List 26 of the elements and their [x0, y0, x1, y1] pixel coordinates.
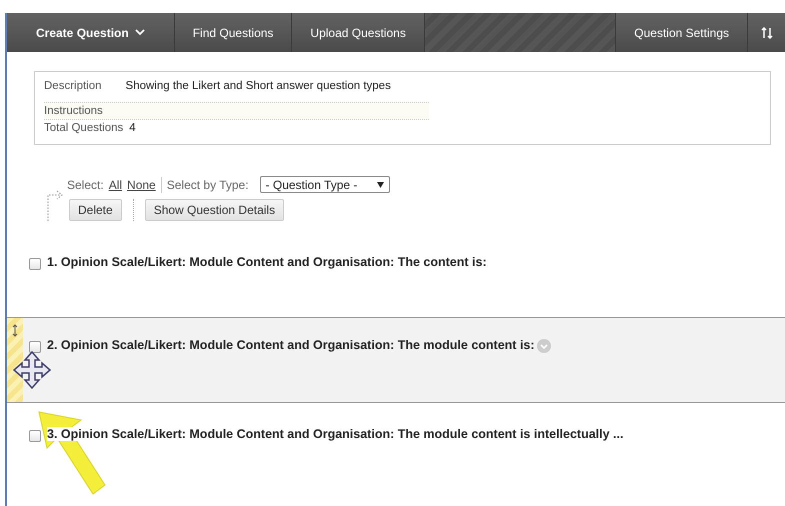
- select-by-type-label: Select by Type:: [166, 178, 249, 192]
- detail-label: Instructions: [44, 105, 103, 117]
- question-title[interactable]: 1. Opinion Scale/Likert: Module Content and Organisation: The content is:: [47, 255, 487, 269]
- question-checkbox[interactable]: [29, 258, 41, 270]
- question-type-dropdown[interactable]: - Question Type -: [260, 176, 390, 193]
- create-question-menu[interactable]: Create Question: [7, 13, 175, 52]
- detail-value: 4: [129, 122, 136, 134]
- resize-arrow-icon: [12, 324, 18, 337]
- sort-icon: [760, 26, 772, 38]
- select-label: Select:: [67, 178, 104, 192]
- caret-icon: [134, 29, 145, 36]
- detail-label: Total Questions: [44, 122, 124, 134]
- delete-button[interactable]: Delete: [69, 199, 122, 221]
- question-checkbox[interactable]: [29, 430, 41, 442]
- toolbar-button[interactable]: Find Questions: [174, 13, 292, 52]
- select-none-link[interactable]: None: [127, 178, 156, 192]
- move-cursor-icon: [12, 350, 52, 390]
- show-question-details-button[interactable]: Show Question Details: [144, 199, 284, 221]
- detail-value: Showing the Likert and Short answer question types: [126, 80, 391, 92]
- select-all-link[interactable]: All: [108, 178, 122, 192]
- question-title[interactable]: 3. Opinion Scale/Likert: Module Content and Organisation: The module content is intellectually ...: [47, 427, 624, 441]
- detail-label: Description: [44, 80, 102, 92]
- question-title[interactable]: 2. Opinion Scale/Likert: Module Content and Organisation: The module content is:: [47, 338, 535, 352]
- toolbar-button[interactable]: Question Settings: [616, 13, 748, 52]
- drag-handle[interactable]: [7, 318, 23, 402]
- dropdown-arrow-icon: [376, 182, 384, 188]
